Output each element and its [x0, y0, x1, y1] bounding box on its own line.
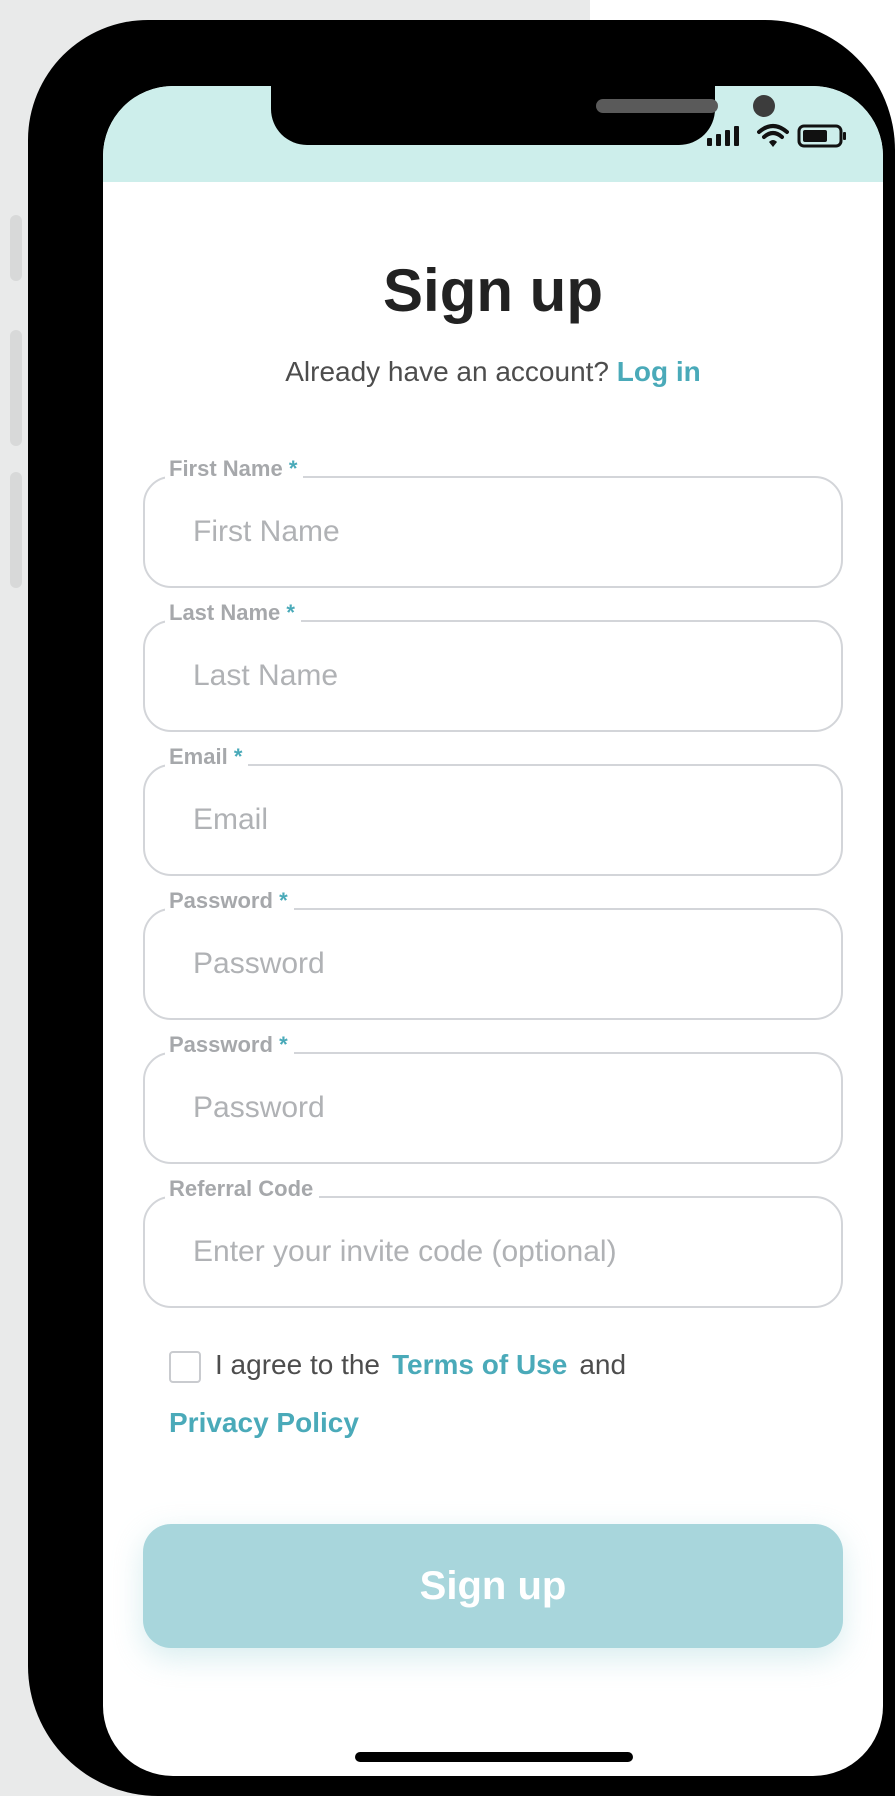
agree-prefix: I agree to the: [215, 1349, 381, 1380]
terms-of-use-link[interactable]: Terms of Use: [392, 1349, 567, 1380]
first-name-input[interactable]: [193, 506, 813, 558]
speaker-grille: [596, 99, 718, 113]
email-label: Email *: [165, 744, 249, 770]
password-input[interactable]: [193, 938, 813, 990]
phone-frame: Sign up Already have an account? Log in …: [28, 20, 895, 1796]
notch: [271, 86, 775, 145]
referral-code-label: Referral Code: [165, 1176, 320, 1202]
password-field[interactable]: Password *: [143, 888, 843, 1020]
agree-checkbox[interactable]: [169, 1350, 201, 1383]
email-field[interactable]: Email *: [143, 744, 843, 876]
password-label: Password *: [165, 888, 294, 914]
referral-code-input[interactable]: [193, 1226, 813, 1278]
confirm-password-field[interactable]: Password *: [143, 1032, 843, 1164]
agreement-row: I agree to the Terms of Use and Privacy Po…: [169, 1336, 829, 1452]
last-name-input[interactable]: [193, 650, 813, 702]
home-indicator: [355, 1752, 633, 1762]
mute-switch: [10, 215, 22, 281]
email-input[interactable]: [193, 794, 813, 846]
first-name-label: First Name *: [165, 456, 304, 482]
referral-code-field[interactable]: Referral Code: [143, 1176, 843, 1308]
login-link[interactable]: Log in: [617, 356, 701, 387]
signal-icon: [707, 122, 749, 150]
volume-down-button: [10, 472, 22, 588]
status-icons: [707, 121, 849, 151]
confirm-password-input[interactable]: [193, 1082, 813, 1134]
sign-up-button[interactable]: Sign up: [143, 1524, 843, 1648]
last-name-field[interactable]: Last Name *: [143, 600, 843, 732]
privacy-policy-link[interactable]: Privacy Policy: [169, 1407, 359, 1438]
login-prompt: Already have an account? Log in: [103, 356, 883, 388]
confirm-password-label: Password *: [165, 1032, 294, 1058]
battery-icon: [797, 124, 846, 148]
login-prompt-text: Already have an account?: [285, 356, 609, 387]
last-name-label: Last Name *: [165, 600, 301, 626]
agree-conjunction: and: [579, 1349, 627, 1380]
volume-up-button: [10, 330, 22, 446]
first-name-field[interactable]: First Name *: [143, 456, 843, 588]
wifi-icon: [757, 124, 789, 147]
phone-screen: Sign up Already have an account? Log in …: [103, 86, 883, 1776]
page-title: Sign up: [383, 257, 603, 324]
front-camera: [753, 95, 775, 117]
